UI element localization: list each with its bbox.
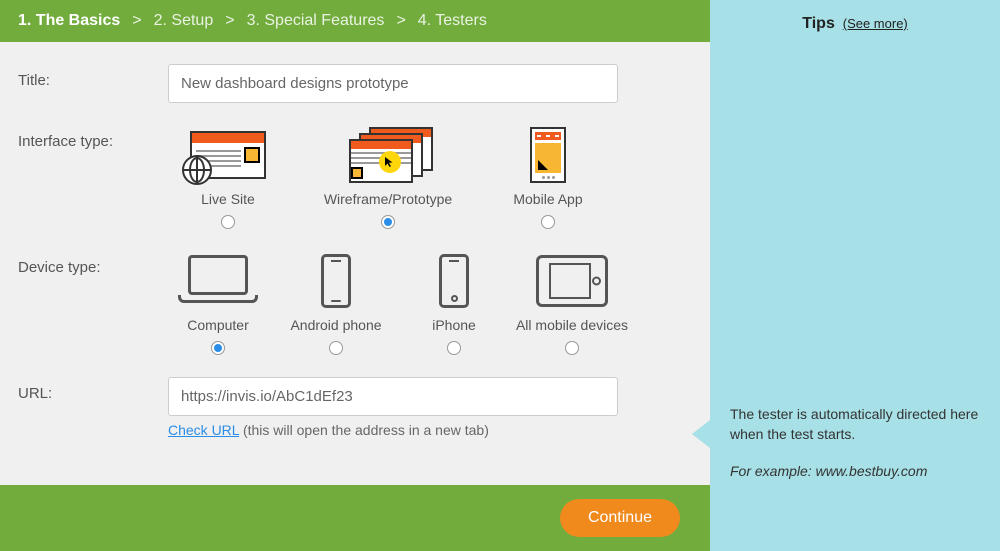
option-label: Live Site (201, 191, 255, 207)
callout-arrow-icon (692, 420, 710, 448)
url-label: URL: (18, 377, 168, 402)
option-label: Mobile App (513, 191, 582, 207)
device-option-computer[interactable]: Computer (168, 251, 268, 355)
continue-button[interactable]: Continue (560, 499, 680, 537)
iphone-icon (404, 251, 504, 311)
live-site-icon (178, 125, 278, 185)
radio-button[interactable] (565, 341, 579, 355)
check-url-link[interactable]: Check URL (168, 422, 239, 438)
interface-option-mobile-app[interactable]: Mobile App (488, 125, 608, 229)
breadcrumb-step-4[interactable]: 4. Testers (418, 12, 487, 30)
chevron-right-icon: > (126, 12, 147, 30)
device-option-android[interactable]: Android phone (286, 251, 386, 355)
option-label: All mobile devices (516, 317, 628, 333)
interface-option-wireframe[interactable]: Wireframe/Prototype (328, 125, 448, 229)
breadcrumb-step-3[interactable]: 3. Special Features (247, 12, 385, 30)
option-label: Wireframe/Prototype (324, 191, 452, 207)
radio-button[interactable] (221, 215, 235, 229)
title-label: Title: (18, 64, 168, 89)
radio-button[interactable] (211, 341, 225, 355)
tip-example: For example: www.bestbuy.com (730, 462, 980, 482)
option-label: Android phone (290, 317, 381, 333)
footer-bar: Continue (0, 485, 710, 551)
see-more-link[interactable]: (See more) (843, 16, 908, 31)
radio-button[interactable] (329, 341, 343, 355)
mobile-app-icon (498, 125, 598, 185)
tips-title: Tips (802, 15, 835, 32)
chevron-right-icon: > (390, 12, 411, 30)
breadcrumb: 1. The Basics > 2. Setup > 3. Special Fe… (0, 0, 710, 42)
chevron-right-icon: > (219, 12, 240, 30)
breadcrumb-step-1[interactable]: 1. The Basics (18, 12, 120, 30)
tip-text: The tester is automatically directed her… (730, 405, 980, 444)
android-phone-icon (286, 251, 386, 311)
radio-button[interactable] (381, 215, 395, 229)
tablet-icon (522, 251, 622, 311)
device-type-label: Device type: (18, 251, 168, 276)
radio-button[interactable] (447, 341, 461, 355)
radio-button[interactable] (541, 215, 555, 229)
device-option-iphone[interactable]: iPhone (404, 251, 504, 355)
check-url-hint-text: (this will open the address in a new tab… (243, 422, 489, 438)
computer-icon (168, 251, 268, 311)
url-input[interactable] (168, 377, 618, 416)
cursor-icon (379, 151, 401, 173)
interface-option-live-site[interactable]: Live Site (168, 125, 288, 229)
breadcrumb-step-2[interactable]: 2. Setup (154, 12, 214, 30)
device-option-all-mobile[interactable]: All mobile devices (522, 251, 622, 355)
option-label: iPhone (432, 317, 476, 333)
option-label: Computer (187, 317, 248, 333)
interface-type-label: Interface type: (18, 125, 168, 150)
wireframe-icon (338, 125, 438, 185)
title-input[interactable] (168, 64, 618, 103)
tips-panel: Tips (See more) The tester is automatica… (710, 0, 1000, 551)
